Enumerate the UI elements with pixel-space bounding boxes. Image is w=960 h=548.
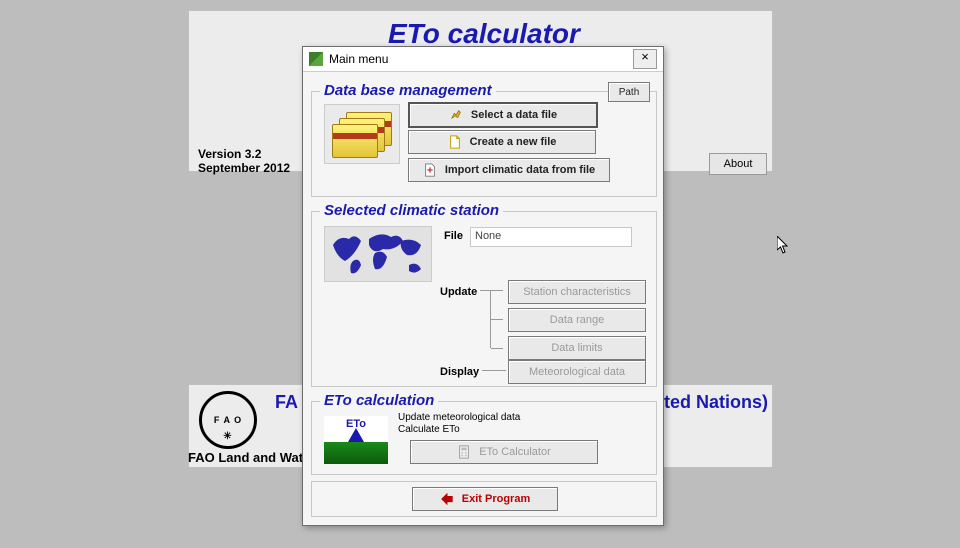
file-value-field: None (470, 227, 632, 247)
version-line2: September 2012 (198, 161, 290, 175)
calculator-icon (457, 445, 471, 459)
world-map-icon (324, 226, 432, 282)
meteorological-data-button[interactable]: Meteorological data (508, 360, 646, 384)
update-label: Update (440, 286, 477, 298)
data-range-button[interactable]: Data range (508, 308, 646, 332)
meteorological-data-label: Meteorological data (529, 366, 625, 378)
close-button[interactable]: × (633, 49, 657, 69)
main-menu-window: Main menu × Data base management Path Se… (302, 46, 664, 526)
group-selected-station: Selected climatic station File None Upda… (311, 211, 657, 387)
exit-icon (440, 492, 454, 506)
station-characteristics-label: Station characteristics (523, 286, 631, 298)
org-text-right: ted Nations) (664, 392, 768, 413)
import-climatic-data-button[interactable]: Import climatic data from file (408, 158, 610, 182)
station-characteristics-button[interactable]: Station characteristics (508, 280, 646, 304)
version-line1: Version 3.2 (198, 147, 261, 161)
data-range-label: Data range (550, 314, 604, 326)
data-limits-button[interactable]: Data limits (508, 336, 646, 360)
update-connector (480, 290, 490, 291)
folders-icon (324, 104, 400, 164)
select-data-file-label: Select a data file (471, 109, 557, 121)
display-label: Display (440, 366, 479, 378)
create-new-file-button[interactable]: Create a new file (408, 130, 596, 154)
footer-text: FAO Land and Water (188, 450, 315, 465)
eto-hint-1: Update meteorological data (398, 412, 520, 423)
group-legend-eto: ETo calculation (320, 392, 438, 409)
group-legend-database: Data base management (320, 82, 496, 99)
data-limits-label: Data limits (551, 342, 602, 354)
group-legend-station: Selected climatic station (320, 202, 503, 219)
group-eto-calculation: ETo calculation ETo Update meteorologica… (311, 401, 657, 475)
eto-hint-2: Calculate ETo (398, 424, 460, 435)
eto-calculator-label: ETo Calculator (479, 446, 551, 458)
hand-point-icon (449, 108, 463, 122)
create-new-file-label: Create a new file (470, 136, 557, 148)
exit-program-label: Exit Program (462, 493, 530, 505)
cursor-icon (777, 236, 789, 254)
org-text-left: FA (275, 392, 298, 413)
display-connector (482, 370, 506, 371)
path-button[interactable]: Path (608, 82, 650, 102)
app-icon (309, 52, 323, 66)
import-climatic-data-label: Import climatic data from file (445, 164, 595, 176)
import-file-icon (423, 163, 437, 177)
file-label: File (444, 230, 463, 242)
new-file-icon (448, 135, 462, 149)
group-database-management: Data base management Path Select a data … (311, 91, 657, 197)
path-button-label: Path (619, 87, 640, 98)
about-button[interactable]: About (709, 153, 767, 175)
select-data-file-button[interactable]: Select a data file (408, 102, 598, 128)
fao-logo-icon: F A O (199, 391, 257, 449)
exit-program-button[interactable]: Exit Program (412, 487, 558, 511)
window-title: Main menu (329, 52, 633, 66)
titlebar: Main menu × (303, 47, 663, 72)
eto-diagram-icon: ETo (324, 416, 388, 464)
eto-calculator-button[interactable]: ETo Calculator (410, 440, 598, 464)
update-bracket (490, 290, 491, 348)
group-exit: Exit Program (311, 481, 657, 517)
